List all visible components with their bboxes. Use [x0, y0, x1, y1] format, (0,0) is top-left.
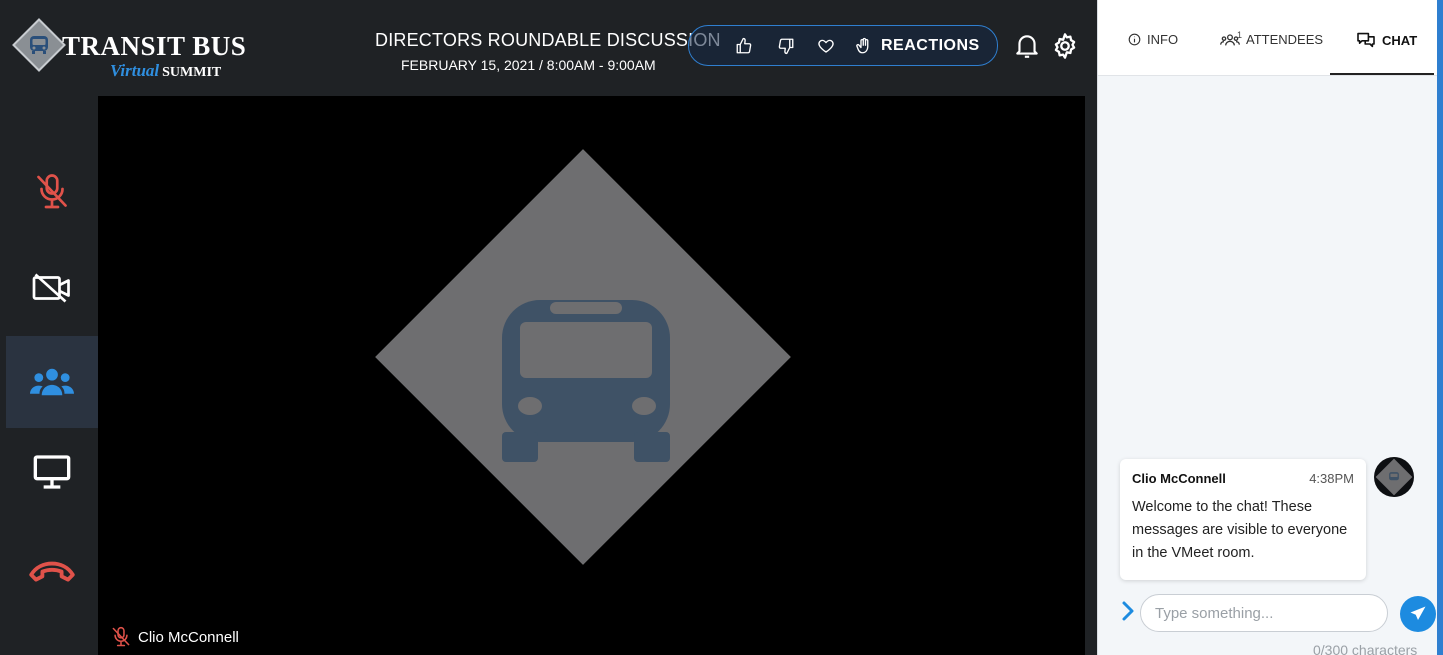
tab-chat-label: CHAT — [1382, 32, 1418, 48]
bus-avatar-icon — [502, 300, 670, 462]
mic-muted-icon — [112, 626, 130, 647]
screen-share-button[interactable] — [6, 426, 98, 518]
hang-up-icon — [29, 561, 75, 582]
message-text: Welcome to the chat! These messages are … — [1132, 499, 1348, 561]
avatar-bus-icon — [1389, 472, 1399, 481]
meeting-area: TRANSIT BUS Virtual SUMMIT DIRECTORS ROUN… — [0, 0, 1097, 655]
reactions-label[interactable]: REACTIONS — [881, 37, 980, 55]
participants-icon — [30, 368, 74, 396]
tab-attendees[interactable]: ATTENDEES — [1220, 32, 1323, 47]
participants-button[interactable] — [6, 336, 98, 428]
camera-off-icon — [32, 273, 70, 303]
side-panel: INFO ATTENDEES CHAT Clio McConnell 4:38P… — [1097, 0, 1440, 655]
chat-message: Clio McConnell 4:38PM Welcome to the cha… — [1120, 459, 1366, 580]
attendee-count-badge: 1 — [1237, 30, 1243, 40]
logo-bus-icon — [30, 36, 48, 54]
heart-button[interactable] — [815, 35, 837, 57]
notifications-button[interactable] — [1012, 30, 1042, 62]
panel-tabs: INFO ATTENDEES CHAT — [1098, 0, 1438, 76]
chat-icon — [1357, 32, 1375, 48]
raise-hand-icon — [856, 37, 869, 54]
participant-label: Clio McConnell — [110, 626, 239, 648]
camera-toggle-button[interactable] — [6, 242, 98, 334]
thumbs-up-icon — [736, 37, 752, 54]
active-tab-indicator — [1330, 73, 1434, 75]
mic-muted-icon — [37, 174, 67, 209]
thumbs-up-button[interactable] — [733, 35, 755, 57]
tab-attendees-label: ATTENDEES — [1246, 32, 1324, 47]
send-icon — [1410, 606, 1426, 620]
screen-share-icon — [33, 455, 71, 489]
logo-summit-text: SUMMIT — [162, 65, 222, 80]
tab-info[interactable]: INFO — [1128, 32, 1178, 47]
raise-hand-button[interactable] — [853, 35, 875, 57]
participant-name: Clio McConnell — [138, 628, 239, 646]
character-count: 0/300 characters — [1313, 642, 1418, 655]
logo-title: TRANSIT BUS — [62, 31, 247, 61]
tab-chat[interactable]: CHAT — [1356, 32, 1417, 48]
transit-bus-logo[interactable]: TRANSIT BUS Virtual SUMMIT — [12, 18, 247, 81]
gear-icon — [1054, 33, 1076, 59]
info-icon — [1128, 33, 1141, 46]
avatar-diamond — [1375, 458, 1413, 496]
app-root: TRANSIT BUS Virtual SUMMIT DIRECTORS ROUN… — [0, 0, 1443, 655]
chevron-right-icon[interactable] — [1120, 600, 1136, 622]
logo-virtual-text: Virtual — [110, 61, 160, 80]
chat-compose — [1120, 594, 1440, 634]
settings-button[interactable] — [1050, 30, 1080, 62]
tab-info-label: INFO — [1147, 32, 1179, 47]
message-author: Clio McConnell — [1132, 471, 1226, 486]
bell-icon — [1016, 35, 1038, 58]
send-button[interactable] — [1400, 596, 1436, 632]
meeting-toolbar — [0, 96, 98, 655]
mute-toggle-button[interactable] — [6, 146, 98, 238]
heart-icon — [818, 39, 834, 53]
video-stage: Clio McConnell — [98, 96, 1085, 655]
top-bar: TRANSIT BUS Virtual SUMMIT DIRECTORS ROUN… — [0, 0, 1097, 96]
panel-scrollbar[interactable] — [1437, 0, 1443, 655]
chat-message-input[interactable] — [1140, 594, 1388, 632]
logo-subtitle: Virtual SUMMIT — [110, 61, 221, 81]
session-datetime: FEBRUARY 15, 2021 / 8:00AM - 9:00AM — [401, 57, 656, 73]
hang-up-button[interactable] — [6, 524, 98, 616]
reactions-bar: REACTIONS — [688, 25, 998, 66]
thumbs-down-icon — [778, 38, 794, 55]
message-time: 4:38PM — [1309, 471, 1354, 486]
avatar — [1374, 457, 1414, 497]
session-title: DIRECTORS ROUNDABLE DISCUSSION — [375, 30, 721, 50]
thumbs-down-button[interactable] — [775, 35, 797, 57]
